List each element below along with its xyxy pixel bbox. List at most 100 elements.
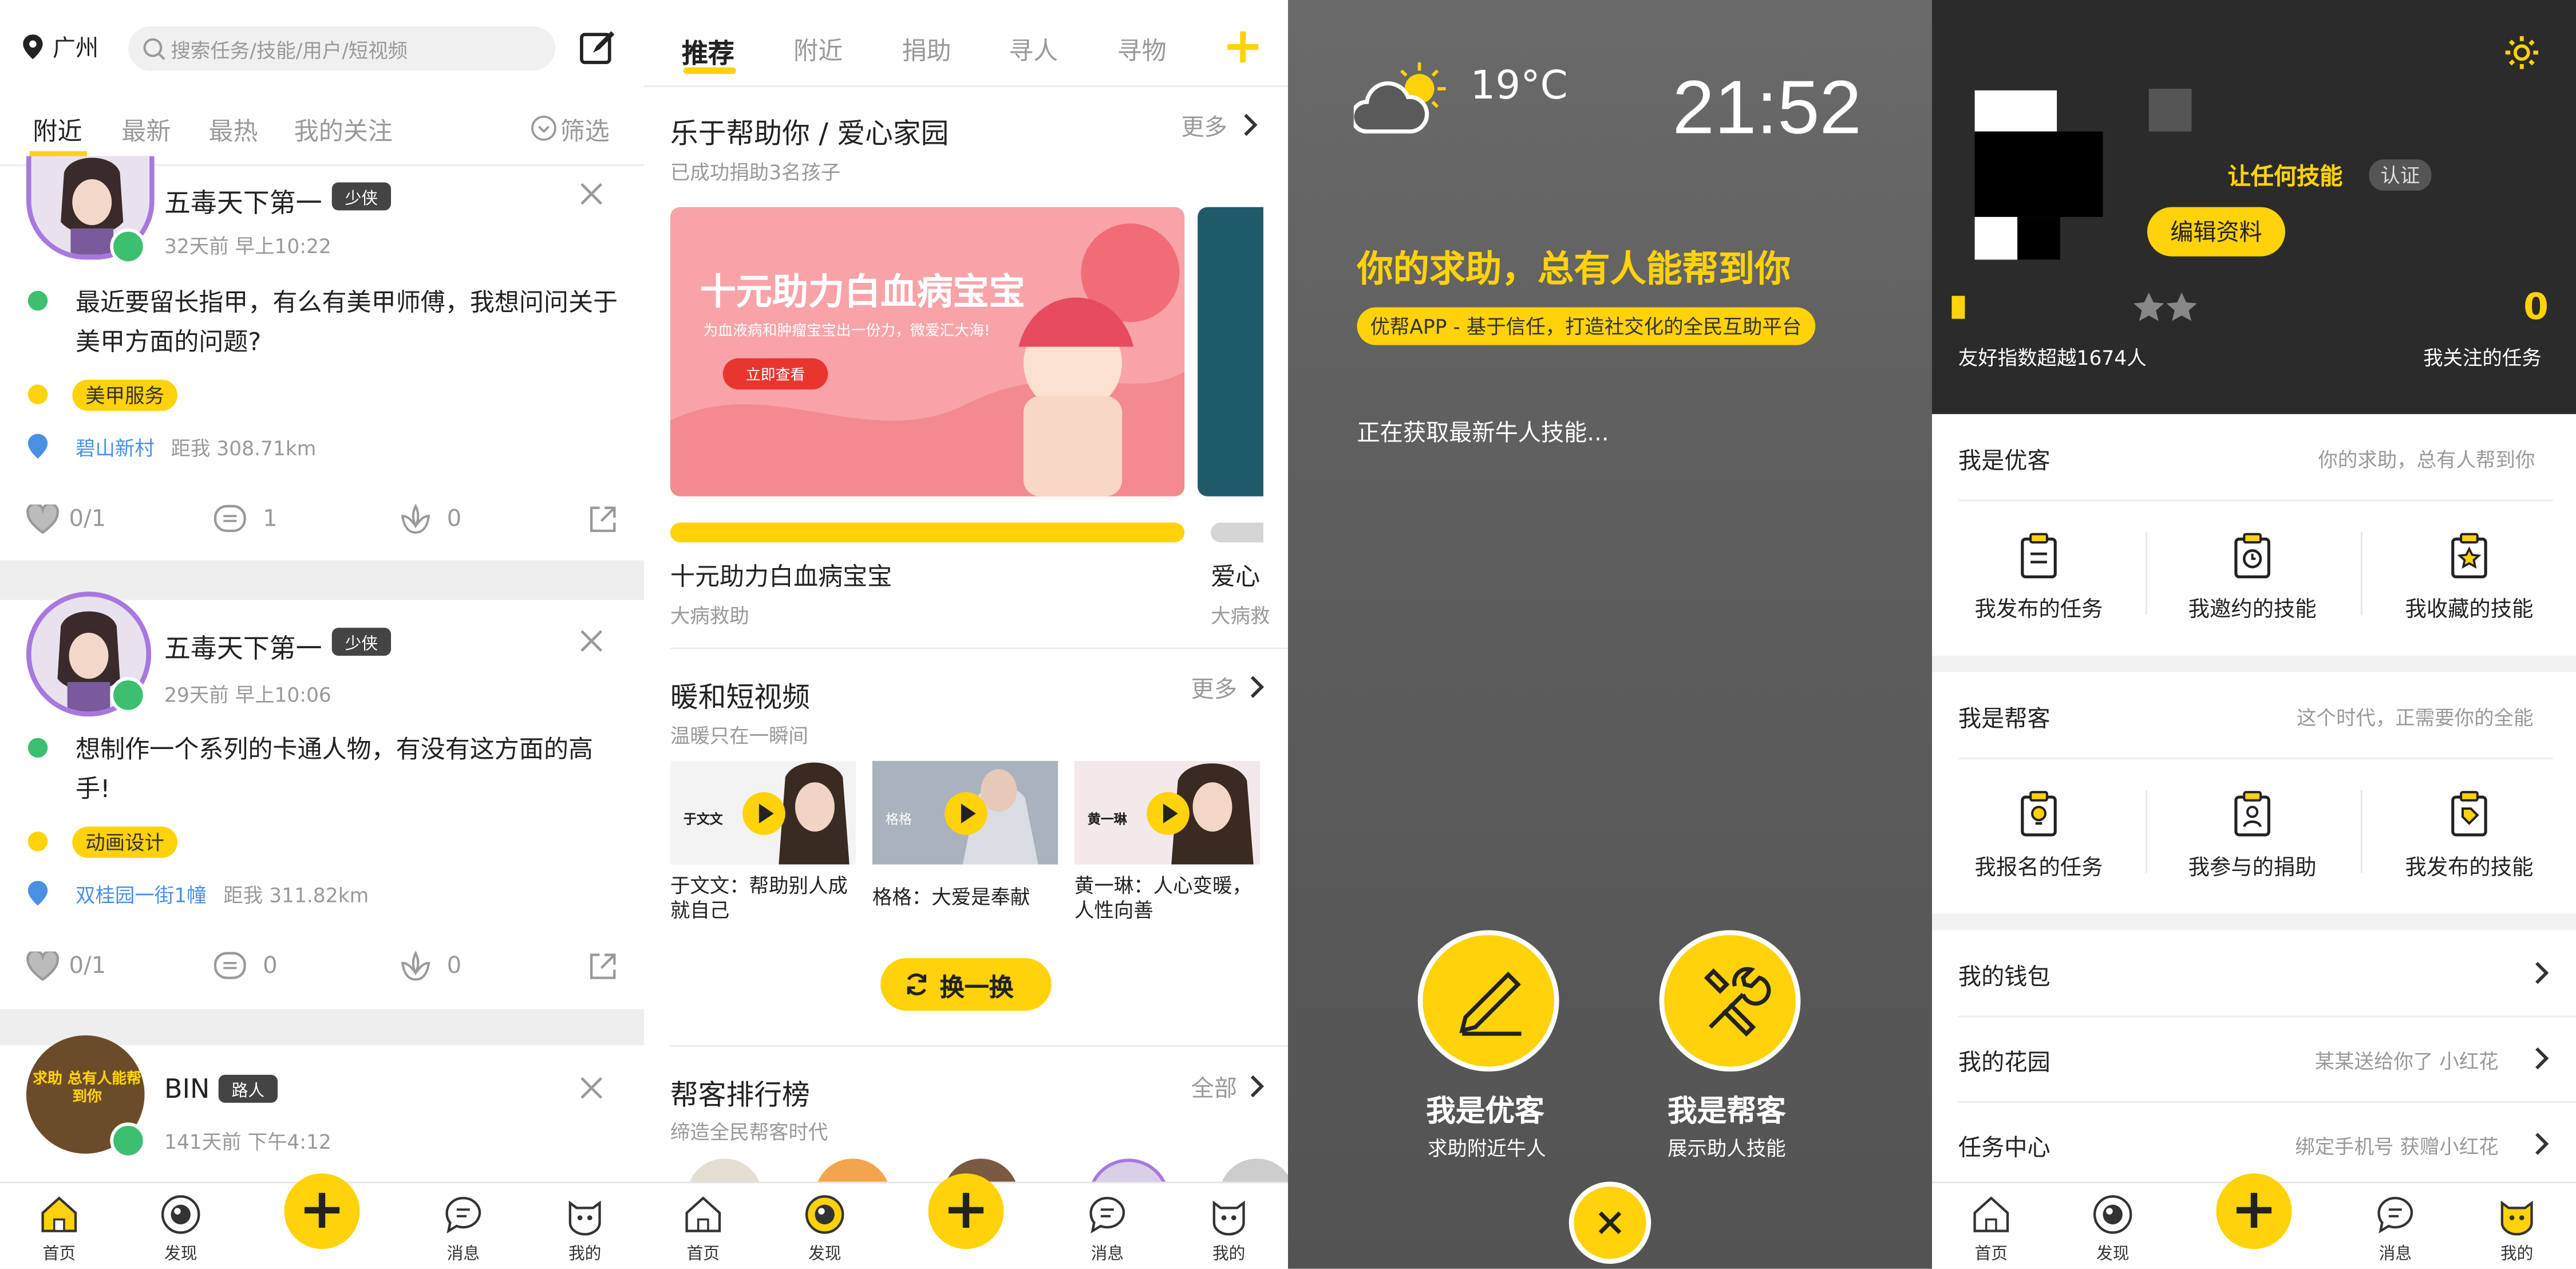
search-input[interactable]: 搜索任务/技能/用户/短视频 — [128, 26, 556, 71]
publish-button[interactable]: + — [2216, 1173, 2292, 1250]
tab-home[interactable]: 首页 — [10, 1193, 108, 1264]
share-icon[interactable] — [587, 503, 619, 542]
refresh-button[interactable]: 换一换 — [880, 958, 1052, 1011]
post-place[interactable]: 碧山新村 — [76, 434, 155, 462]
play-icon[interactable] — [945, 792, 987, 835]
publish-button[interactable]: + — [928, 1173, 1004, 1250]
post-card[interactable]: 五毒天下第一 少侠 29天前 早上10:06 想制作一个系列的卡通人物，有没有这… — [0, 592, 644, 1002]
city-label[interactable]: 广州 — [53, 31, 98, 64]
slogan: 你的求助，总有人能帮到你 — [1357, 250, 1791, 291]
my-favorite-skills-item[interactable]: 我收藏的技能 — [2362, 523, 2576, 638]
tab-discover[interactable]: 发现 — [776, 1193, 874, 1264]
close-icon[interactable] — [578, 181, 605, 214]
tab-messages[interactable]: 消息 — [2346, 1193, 2444, 1264]
chevron-right-icon[interactable] — [1249, 674, 1265, 707]
chevron-right-icon[interactable] — [1249, 1073, 1265, 1106]
next-banner[interactable] — [1198, 207, 1263, 496]
share-icon[interactable] — [587, 950, 619, 990]
tab-mine[interactable]: 我的 — [1180, 1193, 1278, 1264]
message-icon — [2374, 1193, 2417, 1236]
my-published-skills-item[interactable]: 我发布的技能 — [2362, 781, 2576, 896]
filter-label[interactable]: 筛选 — [560, 113, 610, 148]
post-card[interactable]: 求助 总有人能帮到你 BIN 路人 141天前 下午4:12 — [0, 1035, 644, 1183]
tab-messages[interactable]: 消息 — [414, 1193, 512, 1264]
tab-nearby[interactable]: 附近 — [793, 33, 843, 67]
tab-indicator — [683, 67, 736, 74]
tab-mine[interactable]: 我的 — [2468, 1193, 2566, 1264]
tab-following[interactable]: 我的关注 — [294, 113, 393, 148]
tab-messages[interactable]: 消息 — [1058, 1193, 1156, 1264]
avatar[interactable] — [1974, 90, 2107, 263]
compose-icon[interactable] — [578, 28, 618, 74]
like-icon[interactable] — [26, 502, 60, 541]
video-caption[interactable]: 格格：大爱是奉献 — [872, 886, 1053, 911]
tab-find-item[interactable]: 寻物 — [1117, 33, 1167, 67]
post-card[interactable]: 五毒天下第一 少侠 32天前 早上10:22 最近要留长指甲，有么有美甲师傅，我… — [0, 156, 644, 559]
wallet-row[interactable]: 我的钱包 — [1932, 930, 2576, 1015]
add-tab-icon[interactable]: + — [1222, 22, 1263, 72]
skill-tag[interactable]: 动画设计 — [72, 826, 177, 858]
level-badge: 少侠 — [331, 628, 392, 656]
tab-home[interactable]: 首页 — [1942, 1193, 2040, 1264]
flower-icon[interactable] — [398, 950, 434, 990]
post-text[interactable]: 想制作一个系列的卡通人物，有没有这方面的高手! — [76, 730, 618, 809]
verify-badge[interactable]: 认证 — [2369, 159, 2432, 191]
youke-option-button[interactable] — [1417, 930, 1559, 1072]
post-place[interactable]: 双桂园一街1幢 — [76, 881, 207, 909]
tab-discover[interactable]: 发现 — [132, 1193, 230, 1264]
settings-gear-icon[interactable] — [2502, 33, 2542, 78]
tab-nearby[interactable]: 附近 — [33, 113, 82, 148]
post-author[interactable]: BIN — [164, 1073, 210, 1105]
flower-icon[interactable] — [398, 503, 434, 542]
filter-icon[interactable] — [531, 115, 557, 148]
tab-latest[interactable]: 最新 — [121, 113, 171, 148]
play-icon[interactable] — [1147, 792, 1190, 835]
tab-find-person[interactable]: 寻人 — [1009, 33, 1058, 67]
video-thumbnail[interactable]: 于文文 — [670, 760, 856, 865]
comment-icon[interactable] — [214, 952, 246, 988]
video-thumbnail[interactable]: 黄一琳 — [1074, 760, 1261, 865]
video-caption[interactable]: 于文文：帮助别人成就自己 — [670, 874, 851, 924]
garden-row[interactable]: 我的花园 某某送给你了 小红花 — [1932, 1016, 2576, 1101]
chevron-right-icon[interactable] — [1242, 112, 1259, 144]
post-author[interactable]: 五毒天下第一 — [164, 626, 322, 665]
like-icon[interactable] — [26, 949, 60, 988]
close-icon[interactable] — [578, 1075, 605, 1108]
all-link[interactable]: 全部 — [1191, 1071, 1237, 1104]
my-published-tasks-item[interactable]: 我发布的任务 — [1932, 523, 2146, 638]
youke-title[interactable]: 我是优客 — [1426, 1088, 1544, 1131]
follow-label[interactable]: 我关注的任务 — [2423, 344, 2542, 372]
follow-count[interactable]: 0 — [2523, 287, 2549, 329]
tab-discover[interactable]: 发现 — [2064, 1193, 2162, 1264]
donation-banner[interactable]: 十元助力白血病宝宝 为血液病和肿瘤宝宝出一份力，微爱汇大海! 立即查看 — [670, 207, 1185, 496]
close-overlay-button[interactable] — [1568, 1181, 1652, 1264]
more-link[interactable]: 更多 — [1181, 110, 1227, 143]
comment-icon[interactable] — [214, 505, 246, 541]
card-title[interactable]: 十元助力白血病宝宝 — [670, 559, 892, 593]
video-caption[interactable]: 黄一琳：人心变暖，人性向善 — [1074, 874, 1255, 924]
my-donations-item[interactable]: 我参与的捐助 — [2146, 781, 2359, 896]
post-author[interactable]: 五毒天下第一 — [164, 181, 322, 220]
banner-view-button[interactable]: 立即查看 — [722, 358, 828, 390]
tab-mine[interactable]: 我的 — [536, 1193, 634, 1264]
publish-button[interactable]: + — [284, 1173, 360, 1250]
my-invited-skills-item[interactable]: 我邀约的技能 — [2146, 523, 2359, 638]
play-icon[interactable] — [742, 792, 785, 835]
close-icon[interactable] — [578, 628, 605, 660]
edit-profile-button[interactable]: 编辑资料 — [2147, 207, 2286, 257]
bangke-title[interactable]: 我是帮客 — [1668, 1088, 1786, 1131]
location-pin-icon[interactable] — [23, 34, 43, 66]
video-thumbnail[interactable]: 格格 — [872, 760, 1058, 865]
more-link[interactable]: 更多 — [1191, 672, 1237, 705]
tab-home[interactable]: 首页 — [654, 1193, 752, 1264]
bangke-option-button[interactable] — [1659, 930, 1801, 1072]
tab-donate[interactable]: 捐助 — [902, 33, 951, 67]
tab-recommend[interactable]: 推荐 — [682, 31, 734, 71]
skill-tag[interactable]: 美甲服务 — [72, 379, 177, 411]
my-enrolled-tasks-item[interactable]: 我报名的任务 — [1932, 781, 2146, 896]
card-title[interactable]: 爱心 — [1211, 559, 1260, 593]
tab-hottest[interactable]: 最热 — [208, 113, 258, 148]
clipboard-tag-icon — [2448, 790, 2491, 837]
skill-text: 让任何技能 — [2227, 164, 2343, 191]
post-text[interactable]: 最近要留长指甲，有么有美甲师傅，我想问问关于美甲方面的问题? — [76, 283, 618, 362]
